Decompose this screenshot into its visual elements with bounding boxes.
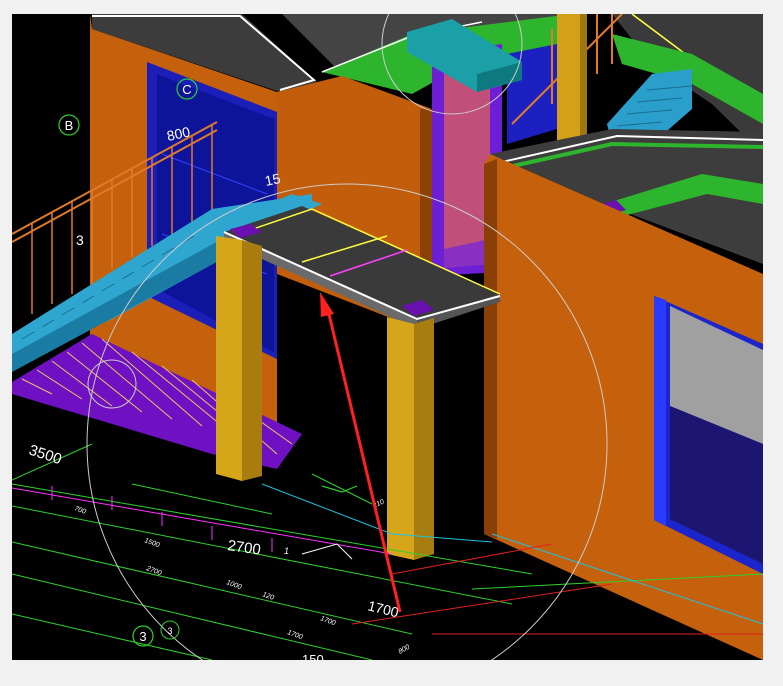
column-left-side — [242, 240, 262, 481]
dimension-3500: 3500 — [27, 442, 64, 468]
column-right-side — [414, 318, 434, 560]
right-window-jamb — [654, 296, 666, 526]
axis-bubble-b[interactable]: B — [58, 114, 80, 136]
small-dim-1000: 1000 — [225, 579, 242, 591]
axis-label-3: 3 — [139, 629, 146, 644]
right-block-side-face — [484, 159, 497, 539]
axis-label-b: B — [65, 118, 74, 133]
small-dim-2700: 2700 — [144, 565, 162, 577]
screenshot-frame: C B 3 3 3500 2700 1700 800 15 3 150 700 … — [0, 0, 783, 686]
dimension-2700: 2700 — [226, 537, 261, 558]
axis-label-3-small: 3 — [167, 626, 172, 636]
small-dim-700: 700 — [73, 505, 86, 516]
dimension-150: 150 — [302, 652, 324, 660]
elevation-marker — [321, 485, 358, 493]
column-left-front — [216, 236, 242, 481]
axis-bubble-3[interactable]: 3 3 — [132, 620, 180, 647]
column-right-front — [387, 317, 414, 560]
axis-label-c: C — [182, 82, 191, 97]
small-dim-1700a: 1700 — [319, 615, 336, 627]
small-dim-1700b: 1700 — [286, 629, 303, 641]
column-shade — [580, 14, 587, 141]
small-dim-1500: 1500 — [143, 537, 160, 549]
small-dim-800: 800 — [398, 644, 412, 656]
dimension-1700: 1700 — [366, 597, 400, 620]
ground-magenta-ticks — [12, 486, 393, 555]
small-dim-1: 1 — [284, 546, 289, 556]
3d-model-scene[interactable]: C B 3 3 3500 2700 1700 800 15 3 150 700 … — [12, 14, 763, 660]
dimension-3: 3 — [76, 232, 84, 248]
cad-3d-viewport[interactable]: C B 3 3 3500 2700 1700 800 15 3 150 700 … — [12, 14, 763, 660]
